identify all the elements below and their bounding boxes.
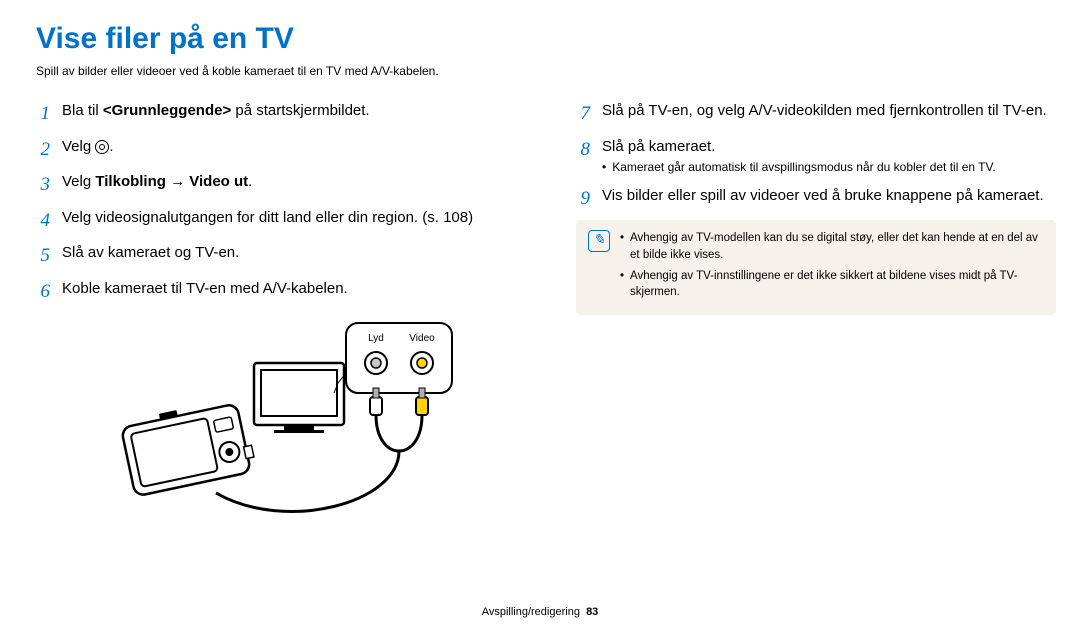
- step-post: .: [248, 173, 252, 190]
- settings-icon: [95, 140, 109, 154]
- video-label: Video: [409, 333, 435, 344]
- step-number: 9: [576, 185, 590, 213]
- step-text: Velg .: [62, 136, 114, 158]
- tv-icon: [254, 363, 344, 433]
- step-3: 3 Velg Tilkobling → Video ut.: [36, 171, 536, 199]
- note-icon: ✎: [588, 230, 610, 252]
- step-text: Vis bilder eller spill av videoer ved å …: [602, 185, 1044, 207]
- step-bold: <Grunnleggende>: [103, 102, 231, 119]
- note-list: Avhengig av TV-modellen kan du se digita…: [620, 230, 1044, 305]
- step-number: 8: [576, 136, 590, 164]
- page-subtitle: Spill av bilder eller videoer ved å kobl…: [36, 64, 1044, 78]
- step-text: Slå på kameraet. Kameraet går automatisk…: [602, 136, 996, 177]
- step-number: 1: [36, 100, 50, 128]
- connection-diagram: Lyd Video: [86, 313, 466, 573]
- step-text: Koble kameraet til TV-en med A/V-kabelen…: [62, 278, 348, 300]
- note-box: ✎ Avhengig av TV-modellen kan du se digi…: [576, 220, 1056, 315]
- step-4: 4 Velg videosignalutgangen for ditt land…: [36, 207, 536, 235]
- footer-section: Avspilling/redigering: [482, 606, 580, 618]
- camera-icon: [120, 397, 257, 497]
- note-text: Avhengig av TV-modellen kan du se digita…: [630, 230, 1044, 263]
- step-pre: Velg: [62, 173, 95, 190]
- step-9: 9 Vis bilder eller spill av videoer ved …: [576, 185, 1056, 213]
- step-pre: Bla til: [62, 102, 103, 119]
- step-number: 2: [36, 136, 50, 164]
- step-text: Velg videosignalutgangen for ditt land e…: [62, 207, 473, 229]
- step-number: 6: [36, 278, 50, 306]
- step-number: 5: [36, 242, 50, 270]
- footer-page-number: 83: [586, 606, 598, 618]
- step-5: 5 Slå av kameraet og TV-en.: [36, 242, 536, 270]
- content-columns: 1 Bla til <Grunnleggende> på startskjerm…: [36, 100, 1044, 578]
- step-post: .: [109, 138, 113, 155]
- page-title: Vise filer på en TV: [36, 22, 1044, 56]
- step-1: 1 Bla til <Grunnleggende> på startskjerm…: [36, 100, 536, 128]
- step-number: 3: [36, 171, 50, 199]
- step-bold: Tilkobling → Video ut: [95, 173, 248, 190]
- step-2: 2 Velg .: [36, 136, 536, 164]
- step-6: 6 Koble kameraet til TV-en med A/V-kabel…: [36, 278, 536, 306]
- note-text: Avhengig av TV-innstillingene er det ikk…: [630, 268, 1044, 301]
- steps-left: 1 Bla til <Grunnleggende> på startskjerm…: [36, 100, 536, 305]
- step-7: 7 Slå på TV-en, og velg A/V-videokilden …: [576, 100, 1056, 128]
- step-main: Slå på kameraet.: [602, 138, 715, 155]
- step-text: Bla til <Grunnleggende> på startskjermbi…: [62, 100, 370, 122]
- step-text: Velg Tilkobling → Video ut.: [62, 171, 252, 193]
- step-post: på startskjermbildet.: [231, 102, 369, 119]
- audio-label: Lyd: [368, 333, 384, 344]
- step-text: Slå på TV-en, og velg A/V-videokilden me…: [602, 100, 1047, 122]
- right-column: 7 Slå på TV-en, og velg A/V-videokilden …: [576, 100, 1056, 578]
- step-8: 8 Slå på kameraet. Kameraet går automati…: [576, 136, 1056, 177]
- note-item: Avhengig av TV-modellen kan du se digita…: [620, 230, 1044, 263]
- note-item: Avhengig av TV-innstillingene er det ikk…: [620, 268, 1044, 301]
- step-pre: Velg: [62, 138, 95, 155]
- left-column: 1 Bla til <Grunnleggende> på startskjerm…: [36, 100, 536, 578]
- step-sub-bullet: Kameraet går automatisk til avspillingsm…: [602, 159, 996, 176]
- step-number: 4: [36, 207, 50, 235]
- step-text: Slå av kameraet og TV-en.: [62, 242, 239, 264]
- step-sub-text: Kameraet går automatisk til avspillingsm…: [612, 159, 996, 176]
- page-footer: Avspilling/redigering 83: [0, 606, 1080, 618]
- step-number: 7: [576, 100, 590, 128]
- steps-right: 7 Slå på TV-en, og velg A/V-videokilden …: [576, 100, 1056, 212]
